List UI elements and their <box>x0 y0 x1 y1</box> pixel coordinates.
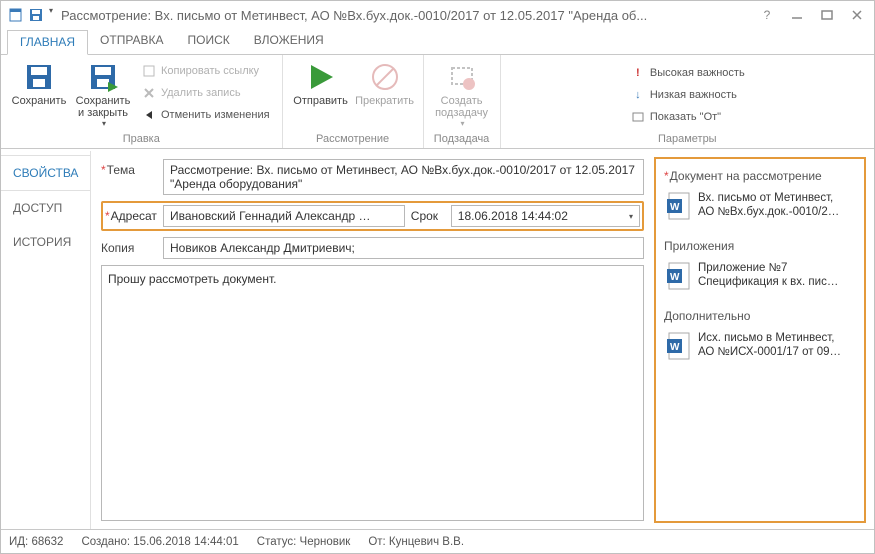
copy-link-icon <box>141 63 157 79</box>
show-from-button[interactable]: Показать "От" <box>626 107 749 127</box>
apps-heading: Приложения <box>664 239 856 253</box>
cancel-changes-label: Отменить изменения <box>161 109 270 121</box>
maximize-icon <box>821 9 833 21</box>
dropdown-icon: ▾ <box>461 119 465 128</box>
high-importance-button[interactable]: ! Высокая важность <box>626 63 749 83</box>
stop-button[interactable]: Прекратить <box>355 59 415 109</box>
help-icon: ? <box>764 8 771 22</box>
params-group-label: Параметры <box>658 132 717 146</box>
copy-link-button[interactable]: Копировать ссылку <box>137 61 274 81</box>
status-id: ИД: 68632 <box>9 536 63 548</box>
addressee-label: *Адресат <box>105 209 157 223</box>
copy-label: Копия <box>101 237 157 259</box>
sidetab-access[interactable]: ДОСТУП <box>1 191 90 225</box>
create-subtask-button[interactable]: Создать подзадачу ▾ <box>432 59 492 130</box>
show-from-icon <box>630 109 646 125</box>
send-button[interactable]: Отправить <box>291 59 351 109</box>
save-close-icon <box>88 62 118 92</box>
minimize-icon <box>791 9 803 21</box>
doc-review-item[interactable]: W Вх. письмо от Метинвест,АО №Вх.бух.док… <box>664 187 856 225</box>
extra-heading: Дополнительно <box>664 309 856 323</box>
subtask-group-label: Подзадача <box>434 132 490 146</box>
delete-icon <box>141 85 157 101</box>
delete-record-button[interactable]: Удалить запись <box>137 83 274 103</box>
app-item[interactable]: W Приложение №7Спецификация к вх. пис… <box>664 257 856 295</box>
review-group-label: Рассмотрение <box>316 132 389 146</box>
sidetab-history[interactable]: ИСТОРИЯ <box>1 225 90 259</box>
save-close-button[interactable]: Сохранить и закрыть ▾ <box>73 59 133 130</box>
close-icon <box>851 9 863 21</box>
deadline-value: 18.06.2018 14:44:02 <box>458 209 568 223</box>
status-created: Создано: 15.06.2018 14:44:01 <box>81 536 238 548</box>
dropdown-icon: ▾ <box>629 212 633 221</box>
exclaim-icon: ! <box>630 65 646 81</box>
word-doc-icon: W <box>666 331 692 361</box>
qat-save-button[interactable] <box>27 6 45 24</box>
send-button-label: Отправить <box>293 95 348 107</box>
help-button[interactable]: ? <box>756 4 778 26</box>
save-icon <box>28 7 44 23</box>
word-doc-icon: W <box>666 261 692 291</box>
maximize-button[interactable] <box>816 4 838 26</box>
stop-icon <box>370 62 400 92</box>
arrow-down-icon: ↓ <box>630 87 646 103</box>
tab-send[interactable]: ОТПРАВКА <box>88 29 176 54</box>
svg-text:W: W <box>670 272 680 283</box>
minimize-button[interactable] <box>786 4 808 26</box>
copy-field[interactable]: Новиков Александр Дмитриевич; <box>163 237 644 259</box>
create-subtask-label: Создать подзадачу <box>435 95 488 119</box>
low-importance-label: Низкая важность <box>650 89 737 101</box>
extra-item-text: Исх. письмо в Метинвест,АО №ИСХ-0001/17 … <box>698 331 841 361</box>
copy-link-label: Копировать ссылку <box>161 65 259 77</box>
close-button[interactable] <box>846 4 868 26</box>
tab-attachments[interactable]: ВЛОЖЕНИЯ <box>242 29 336 54</box>
status-from: От: Кунцевич В.В. <box>368 536 464 548</box>
qat-new-button[interactable] <box>7 6 25 24</box>
attachments-panel: *Документ на рассмотрение W Вх. письмо о… <box>654 157 866 523</box>
low-importance-button[interactable]: ↓ Низкая важность <box>626 85 749 105</box>
undo-icon <box>141 107 157 123</box>
theme-label: *Тема <box>101 159 157 195</box>
save-icon <box>24 62 54 92</box>
sidetab-properties[interactable]: СВОЙСТВА <box>1 155 90 191</box>
svg-text:W: W <box>670 342 680 353</box>
high-importance-label: Высокая важность <box>650 67 745 79</box>
extra-item[interactable]: W Исх. письмо в Метинвест,АО №ИСХ-0001/1… <box>664 327 856 365</box>
dropdown-icon: ▾ <box>102 119 106 128</box>
theme-field[interactable]: Рассмотрение: Вх. письмо от Метинвест, А… <box>163 159 644 195</box>
app-item-text: Приложение №7Спецификация к вх. пис… <box>698 261 838 291</box>
window-title: Рассмотрение: Вх. письмо от Метинвест, А… <box>53 8 756 23</box>
deadline-field[interactable]: 18.06.2018 14:44:02 ▾ <box>451 205 640 227</box>
body-textarea[interactable]: Прошу рассмотреть документ. <box>101 265 644 521</box>
tab-main[interactable]: ГЛАВНАЯ <box>7 30 88 55</box>
stop-button-label: Прекратить <box>355 95 414 107</box>
save-button-label: Сохранить <box>12 95 67 107</box>
word-doc-icon: W <box>666 191 692 221</box>
doc-review-text: Вх. письмо от Метинвест,АО №Вх.бух.док.-… <box>698 191 839 221</box>
deadline-label: Срок <box>411 209 445 223</box>
show-from-label: Показать "От" <box>650 111 721 123</box>
status-status: Статус: Черновик <box>257 536 351 548</box>
edit-group-label: Правка <box>123 132 160 146</box>
save-close-button-label: Сохранить и закрыть <box>76 95 131 119</box>
save-button[interactable]: Сохранить <box>9 59 69 109</box>
subtask-icon <box>447 62 477 92</box>
cancel-changes-button[interactable]: Отменить изменения <box>137 105 274 125</box>
play-icon <box>305 61 337 93</box>
svg-text:W: W <box>670 202 680 213</box>
doc-review-heading: *Документ на рассмотрение <box>664 169 856 183</box>
new-doc-icon <box>8 7 24 23</box>
tab-search[interactable]: ПОИСК <box>176 29 242 54</box>
delete-record-label: Удалить запись <box>161 87 241 99</box>
addressee-field[interactable]: Ивановский Геннадий Александр … <box>163 205 405 227</box>
